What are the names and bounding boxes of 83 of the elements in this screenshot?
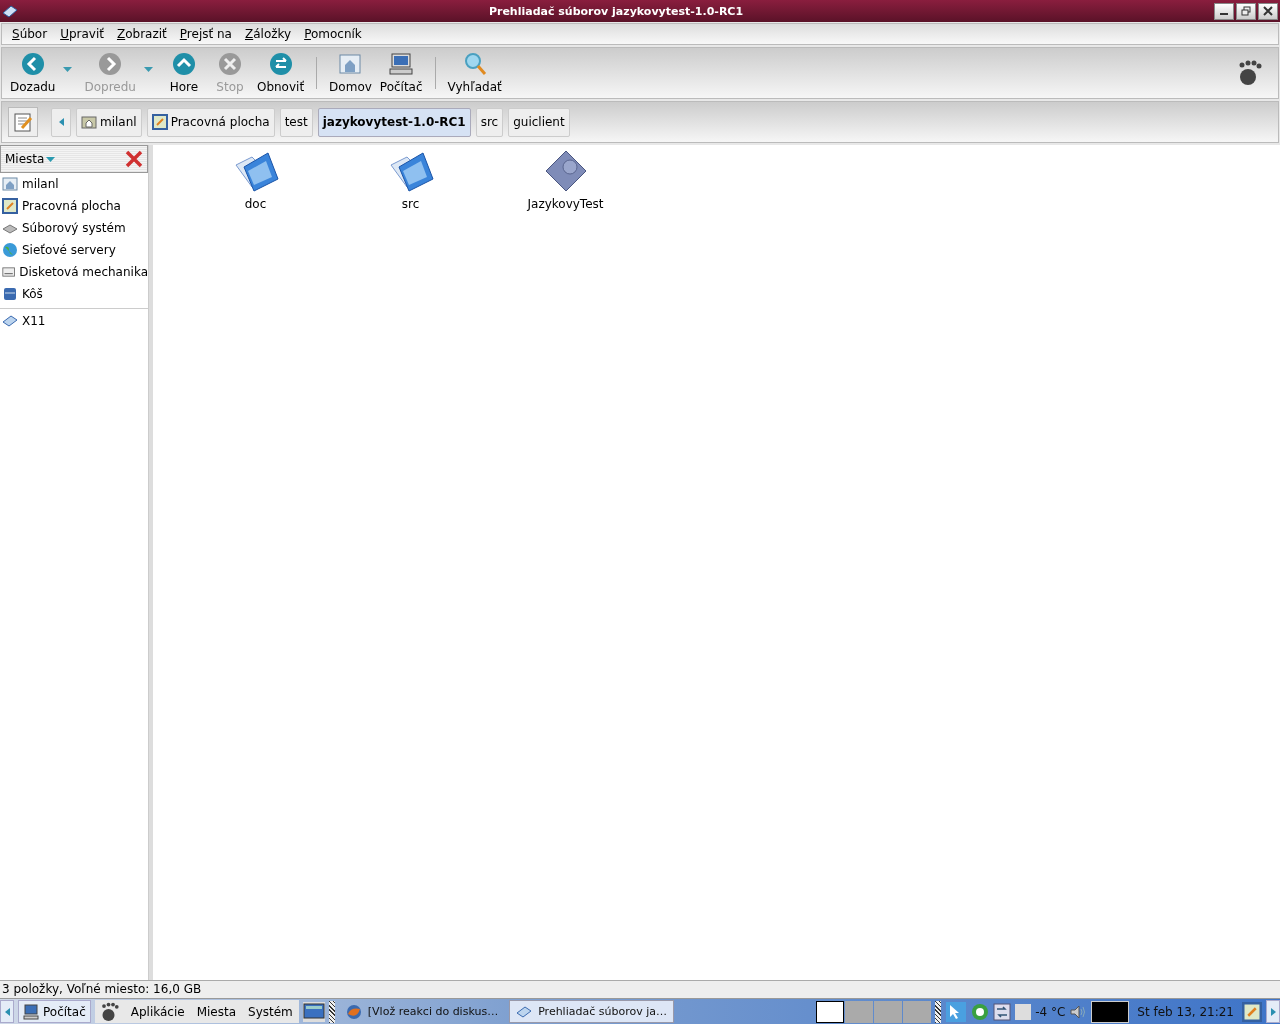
panel-handle[interactable] xyxy=(328,1000,335,1023)
caret-icon xyxy=(58,118,64,126)
restore-button[interactable] xyxy=(1236,2,1256,20)
panel-menu[interactable]: Systém xyxy=(248,1004,293,1019)
sidebar-item[interactable]: Disketová mechanika xyxy=(0,261,148,283)
scroll-right-button[interactable] xyxy=(1266,1000,1280,1023)
desktop-icon xyxy=(2,198,18,214)
globe-icon xyxy=(2,242,18,258)
caret-icon xyxy=(4,1007,10,1016)
workspace[interactable] xyxy=(816,1000,845,1023)
temperature[interactable]: -4 °C xyxy=(1035,1004,1066,1019)
toolbar-button[interactable]: Vyhľadať xyxy=(443,50,506,96)
floppy-icon xyxy=(2,264,16,280)
menu-item[interactable]: Pomocník xyxy=(298,27,369,41)
notes-icon[interactable] xyxy=(1242,1001,1262,1022)
sidebar-item[interactable]: Kôš xyxy=(0,283,148,305)
path-button[interactable]: test xyxy=(279,107,313,137)
sidebar-item[interactable]: milanl xyxy=(0,173,148,195)
foot-logo-icon xyxy=(1238,60,1262,86)
sidebar-item[interactable]: Súborový systém xyxy=(0,217,148,239)
path-button[interactable]: Pracovná plocha xyxy=(146,107,275,137)
update-icon[interactable] xyxy=(971,1002,990,1021)
file-item[interactable]: src xyxy=(358,149,463,211)
toolbar-button[interactable]: Počítač xyxy=(375,50,427,96)
close-button[interactable] xyxy=(1258,2,1278,20)
path-button[interactable]: src xyxy=(475,107,504,137)
gear-diamond-icon xyxy=(543,149,588,193)
edit-location-button[interactable] xyxy=(8,107,38,137)
path-button[interactable]: jazykovytest-1.0-RC1 xyxy=(317,107,471,137)
path-button[interactable]: milanl xyxy=(76,107,142,137)
status-bar: 3 položky, Voľné miesto: 16,0 GB xyxy=(0,980,1280,998)
file-item[interactable]: JazykovyTest xyxy=(513,149,618,211)
home-folder-icon xyxy=(338,52,363,76)
menu-item[interactable]: Zobraziť xyxy=(110,27,174,41)
sidebar-item[interactable]: Sieťové servery xyxy=(0,239,148,261)
file-manager-icon xyxy=(2,4,18,18)
file-item[interactable]: doc xyxy=(203,149,308,211)
computer-icon xyxy=(23,1003,39,1020)
desktop-icon xyxy=(151,114,168,130)
computer-button[interactable]: Počítač xyxy=(18,1000,91,1023)
clock[interactable]: St feb 13, 21:21 xyxy=(1133,1004,1238,1019)
close-icon[interactable] xyxy=(125,150,143,168)
panel-menu[interactable]: Aplikácie xyxy=(130,1004,185,1019)
monitor-applet xyxy=(1091,1000,1130,1023)
home-folder-icon xyxy=(81,115,97,129)
close-icon xyxy=(1263,6,1273,16)
menu-item[interactable]: Prejsť na xyxy=(173,27,239,41)
home-icon xyxy=(2,176,18,192)
caret-icon[interactable] xyxy=(63,66,73,72)
sidebar-item[interactable]: Pracovná plocha xyxy=(0,195,148,217)
toolbar-button[interactable]: Dozadu xyxy=(6,50,60,96)
show-desktop-icon[interactable] xyxy=(302,1001,325,1022)
notepad-icon xyxy=(13,112,33,132)
scroll-left-button[interactable] xyxy=(51,107,71,137)
places-dropdown[interactable]: Miesta xyxy=(5,152,56,166)
computer-icon xyxy=(389,52,414,76)
restore-icon xyxy=(1241,6,1251,16)
window-title: Prehliadač súborov jazykovytest-1.0-RC1 xyxy=(487,4,745,18)
caret-icon xyxy=(1270,1007,1276,1016)
toolbar-button[interactable]: Hore xyxy=(160,50,207,96)
stop-icon xyxy=(217,52,242,76)
search-icon xyxy=(462,52,487,76)
toolbar-button[interactable]: Domov xyxy=(325,50,376,96)
scroll-left-button[interactable] xyxy=(0,1000,14,1023)
panel-menu[interactable]: Miesta xyxy=(196,1004,237,1019)
minimize-button[interactable] xyxy=(1214,2,1234,20)
task-button[interactable]: [Vlož reakci do diskus… xyxy=(338,1000,506,1023)
foot-logo-icon xyxy=(100,1001,119,1022)
sidebar-item[interactable]: X11 xyxy=(0,310,148,332)
caret-icon xyxy=(46,156,56,162)
menu-item[interactable]: Záložky xyxy=(238,27,299,41)
menu-item[interactable]: Upraviť xyxy=(54,27,111,41)
menu-item[interactable]: Súbor xyxy=(6,27,55,41)
reload-icon xyxy=(268,52,293,76)
toolbar-button[interactable]: Obnoviť xyxy=(252,50,309,96)
task-button[interactable]: Prehliadač súborov ja… xyxy=(509,1000,674,1023)
network-icon[interactable] xyxy=(993,1002,1012,1021)
browser-icon xyxy=(345,1003,362,1020)
cursor-icon[interactable] xyxy=(945,1000,968,1023)
trash-icon xyxy=(2,286,18,302)
minimize-icon xyxy=(1220,13,1228,15)
panel-handle[interactable] xyxy=(935,1000,942,1023)
path-button[interactable]: guiclient xyxy=(508,107,570,137)
